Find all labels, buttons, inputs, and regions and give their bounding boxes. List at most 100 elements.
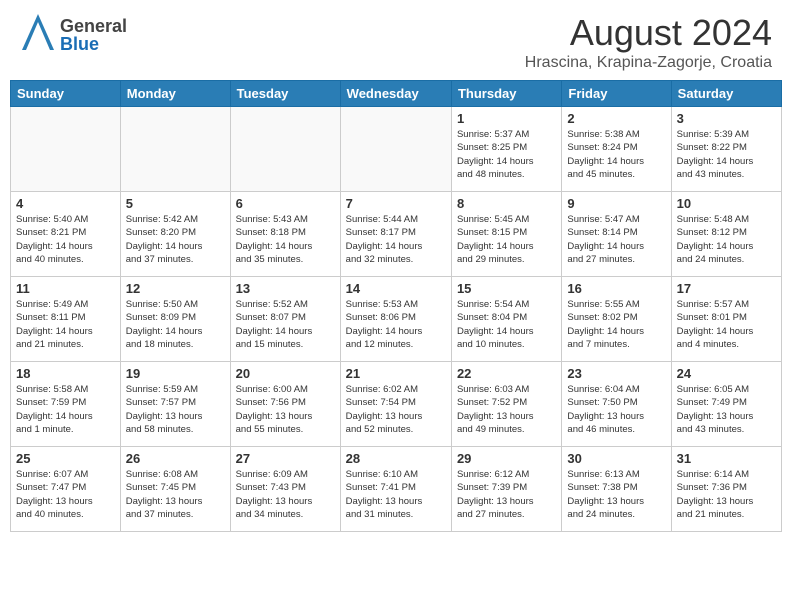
day-number: 27 bbox=[236, 451, 335, 466]
day-info: Sunrise: 5:39 AM Sunset: 8:22 PM Dayligh… bbox=[677, 128, 776, 181]
table-row: 23 Sunrise: 6:04 AM Sunset: 7:50 PM Dayli… bbox=[562, 362, 671, 447]
day-info: Sunrise: 6:14 AM Sunset: 7:36 PM Dayligh… bbox=[677, 468, 776, 521]
day-info: Sunrise: 5:52 AM Sunset: 8:07 PM Dayligh… bbox=[236, 298, 335, 351]
table-row: 27 Sunrise: 6:09 AM Sunset: 7:43 PM Dayli… bbox=[230, 447, 340, 532]
day-info: Sunrise: 5:48 AM Sunset: 8:12 PM Dayligh… bbox=[677, 213, 776, 266]
col-monday: Monday bbox=[120, 81, 230, 107]
title-section: August 2024 Hrascina, Krapina-Zagorje, C… bbox=[525, 12, 772, 72]
logo: General Blue bbox=[20, 12, 127, 57]
day-info: Sunrise: 5:58 AM Sunset: 7:59 PM Dayligh… bbox=[16, 383, 115, 436]
day-number: 4 bbox=[16, 196, 115, 211]
table-row bbox=[340, 107, 451, 192]
day-info: Sunrise: 6:07 AM Sunset: 7:47 PM Dayligh… bbox=[16, 468, 115, 521]
table-row: 4 Sunrise: 5:40 AM Sunset: 8:21 PM Daylig… bbox=[11, 192, 121, 277]
table-row: 15Sunrise: 5:54 AM Sunset: 8:04 PM Dayli… bbox=[451, 277, 561, 362]
table-row: 16 Sunrise: 5:55 AM Sunset: 8:02 PM Dayli… bbox=[562, 277, 671, 362]
day-number: 16 bbox=[567, 281, 665, 296]
col-friday: Friday bbox=[562, 81, 671, 107]
day-number: 1 bbox=[457, 111, 556, 126]
day-info: Sunrise: 5:43 AM Sunset: 8:18 PM Dayligh… bbox=[236, 213, 335, 266]
calendar-wrapper: Sunday Monday Tuesday Wednesday Thursday… bbox=[0, 80, 792, 542]
calendar-row: 18Sunrise: 5:58 AM Sunset: 7:59 PM Dayli… bbox=[11, 362, 782, 447]
calendar-row: 25 Sunrise: 6:07 AM Sunset: 7:47 PM Dayli… bbox=[11, 447, 782, 532]
col-thursday: Thursday bbox=[451, 81, 561, 107]
col-sunday: Sunday bbox=[11, 81, 121, 107]
day-number: 26 bbox=[126, 451, 225, 466]
main-title: August 2024 bbox=[525, 12, 772, 54]
table-row: 18Sunrise: 5:58 AM Sunset: 7:59 PM Dayli… bbox=[11, 362, 121, 447]
col-tuesday: Tuesday bbox=[230, 81, 340, 107]
day-info: Sunrise: 5:42 AM Sunset: 8:20 PM Dayligh… bbox=[126, 213, 225, 266]
day-info: Sunrise: 5:44 AM Sunset: 8:17 PM Dayligh… bbox=[346, 213, 446, 266]
day-info: Sunrise: 6:09 AM Sunset: 7:43 PM Dayligh… bbox=[236, 468, 335, 521]
day-info: Sunrise: 6:12 AM Sunset: 7:39 PM Dayligh… bbox=[457, 468, 556, 521]
day-info: Sunrise: 6:02 AM Sunset: 7:54 PM Dayligh… bbox=[346, 383, 446, 436]
logo-icon bbox=[20, 12, 56, 52]
day-number: 25 bbox=[16, 451, 115, 466]
day-number: 29 bbox=[457, 451, 556, 466]
table-row: 10 Sunrise: 5:48 AM Sunset: 8:12 PM Dayli… bbox=[671, 192, 781, 277]
day-number: 28 bbox=[346, 451, 446, 466]
day-number: 19 bbox=[126, 366, 225, 381]
day-number: 6 bbox=[236, 196, 335, 211]
day-info: Sunrise: 6:08 AM Sunset: 7:45 PM Dayligh… bbox=[126, 468, 225, 521]
day-number: 10 bbox=[677, 196, 776, 211]
table-row: 8 Sunrise: 5:45 AM Sunset: 8:15 PM Daylig… bbox=[451, 192, 561, 277]
day-number: 22 bbox=[457, 366, 556, 381]
calendar-row: 4 Sunrise: 5:40 AM Sunset: 8:21 PM Daylig… bbox=[11, 192, 782, 277]
table-row: 1 Sunrise: 5:37 AM Sunset: 8:25 PM Daylig… bbox=[451, 107, 561, 192]
day-number: 13 bbox=[236, 281, 335, 296]
day-info: Sunrise: 6:03 AM Sunset: 7:52 PM Dayligh… bbox=[457, 383, 556, 436]
day-number: 3 bbox=[677, 111, 776, 126]
table-row: 6 Sunrise: 5:43 AM Sunset: 8:18 PM Daylig… bbox=[230, 192, 340, 277]
day-number: 31 bbox=[677, 451, 776, 466]
day-number: 23 bbox=[567, 366, 665, 381]
day-info: Sunrise: 5:59 AM Sunset: 7:57 PM Dayligh… bbox=[126, 383, 225, 436]
day-number: 11 bbox=[16, 281, 115, 296]
calendar-table: Sunday Monday Tuesday Wednesday Thursday… bbox=[10, 80, 782, 532]
page-header: General Blue August 2024 Hrascina, Krapi… bbox=[0, 0, 792, 80]
table-row: 13 Sunrise: 5:52 AM Sunset: 8:07 PM Dayli… bbox=[230, 277, 340, 362]
day-info: Sunrise: 6:05 AM Sunset: 7:49 PM Dayligh… bbox=[677, 383, 776, 436]
subtitle: Hrascina, Krapina-Zagorje, Croatia bbox=[525, 54, 772, 72]
table-row: 7 Sunrise: 5:44 AM Sunset: 8:17 PM Daylig… bbox=[340, 192, 451, 277]
calendar-row: 11 Sunrise: 5:49 AM Sunset: 8:11 PM Dayli… bbox=[11, 277, 782, 362]
day-number: 14 bbox=[346, 281, 446, 296]
table-row: 21 Sunrise: 6:02 AM Sunset: 7:54 PM Dayli… bbox=[340, 362, 451, 447]
table-row: 31 Sunrise: 6:14 AM Sunset: 7:36 PM Dayli… bbox=[671, 447, 781, 532]
table-row bbox=[230, 107, 340, 192]
day-info: Sunrise: 5:40 AM Sunset: 8:21 PM Dayligh… bbox=[16, 213, 115, 266]
day-info: Sunrise: 5:49 AM Sunset: 8:11 PM Dayligh… bbox=[16, 298, 115, 351]
col-saturday: Saturday bbox=[671, 81, 781, 107]
table-row: 3 Sunrise: 5:39 AM Sunset: 8:22 PM Daylig… bbox=[671, 107, 781, 192]
day-info: Sunrise: 5:45 AM Sunset: 8:15 PM Dayligh… bbox=[457, 213, 556, 266]
day-number: 7 bbox=[346, 196, 446, 211]
table-row: 25 Sunrise: 6:07 AM Sunset: 7:47 PM Dayli… bbox=[11, 447, 121, 532]
day-number: 5 bbox=[126, 196, 225, 211]
table-row: 12Sunrise: 5:50 AM Sunset: 8:09 PM Dayli… bbox=[120, 277, 230, 362]
table-row: 14Sunrise: 5:53 AM Sunset: 8:06 PM Dayli… bbox=[340, 277, 451, 362]
day-number: 21 bbox=[346, 366, 446, 381]
table-row: 2Sunrise: 5:38 AM Sunset: 8:24 PM Daylig… bbox=[562, 107, 671, 192]
table-row: 11 Sunrise: 5:49 AM Sunset: 8:11 PM Dayli… bbox=[11, 277, 121, 362]
day-info: Sunrise: 5:37 AM Sunset: 8:25 PM Dayligh… bbox=[457, 128, 556, 181]
day-number: 17 bbox=[677, 281, 776, 296]
table-row: 20 Sunrise: 6:00 AM Sunset: 7:56 PM Dayli… bbox=[230, 362, 340, 447]
day-number: 20 bbox=[236, 366, 335, 381]
day-number: 8 bbox=[457, 196, 556, 211]
logo-blue-text: Blue bbox=[60, 35, 127, 53]
day-info: Sunrise: 6:04 AM Sunset: 7:50 PM Dayligh… bbox=[567, 383, 665, 436]
table-row bbox=[11, 107, 121, 192]
logo-general-text: General bbox=[60, 17, 127, 35]
table-row: 24Sunrise: 6:05 AM Sunset: 7:49 PM Dayli… bbox=[671, 362, 781, 447]
day-info: Sunrise: 5:55 AM Sunset: 8:02 PM Dayligh… bbox=[567, 298, 665, 351]
table-row: 9Sunrise: 5:47 AM Sunset: 8:14 PM Daylig… bbox=[562, 192, 671, 277]
table-row: 17 Sunrise: 5:57 AM Sunset: 8:01 PM Dayli… bbox=[671, 277, 781, 362]
calendar-header-row: Sunday Monday Tuesday Wednesday Thursday… bbox=[11, 81, 782, 107]
day-number: 30 bbox=[567, 451, 665, 466]
day-number: 12 bbox=[126, 281, 225, 296]
day-info: Sunrise: 6:00 AM Sunset: 7:56 PM Dayligh… bbox=[236, 383, 335, 436]
day-info: Sunrise: 5:57 AM Sunset: 8:01 PM Dayligh… bbox=[677, 298, 776, 351]
table-row: 22 Sunrise: 6:03 AM Sunset: 7:52 PM Dayli… bbox=[451, 362, 561, 447]
table-row: 29 Sunrise: 6:12 AM Sunset: 7:39 PM Dayli… bbox=[451, 447, 561, 532]
